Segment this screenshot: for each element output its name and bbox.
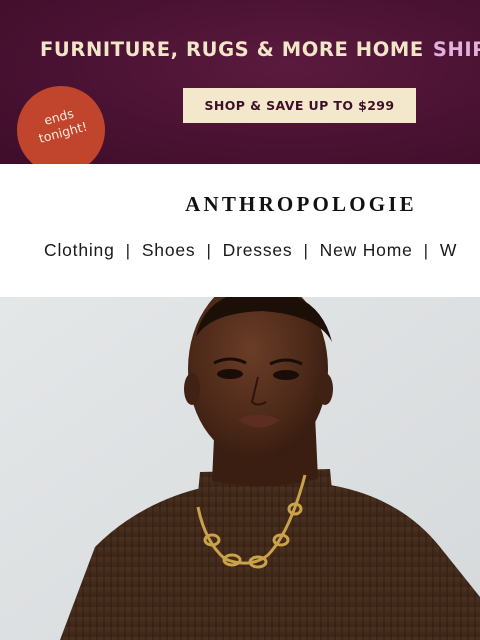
nav-item-clothing[interactable]: Clothing — [44, 240, 115, 261]
badge-text: ends tonight! — [36, 105, 89, 146]
hero-illustration — [0, 297, 480, 640]
promo-headline-accent: SHIP — [432, 38, 480, 61]
promo-headline: FURNITURE, RUGS & MORE HOME SHIP — [40, 38, 480, 61]
nav-item-dresses[interactable]: Dresses — [223, 240, 293, 261]
nav-item-truncated[interactable]: W — [440, 240, 457, 261]
nav-separator: | — [125, 240, 131, 260]
nav-separator: | — [423, 240, 429, 260]
category-nav: Clothing | Shoes | Dresses | New Home | … — [44, 240, 457, 261]
promo-headline-text: FURNITURE, RUGS & MORE HOME — [40, 38, 424, 61]
nav-item-shoes[interactable]: Shoes — [142, 240, 196, 261]
nav-separator: | — [303, 240, 309, 260]
nav-separator: | — [206, 240, 212, 260]
nav-item-new-home[interactable]: New Home — [320, 240, 413, 261]
ends-tonight-badge: ends tonight! — [17, 86, 105, 164]
hero-image[interactable] — [0, 297, 480, 640]
promo-banner[interactable]: FURNITURE, RUGS & MORE HOME SHIP SHOP & S… — [0, 0, 480, 164]
shop-and-save-button[interactable]: SHOP & SAVE UP TO $299 — [183, 88, 416, 123]
site-logo[interactable]: ANTHROPOLOGIE — [0, 192, 480, 217]
